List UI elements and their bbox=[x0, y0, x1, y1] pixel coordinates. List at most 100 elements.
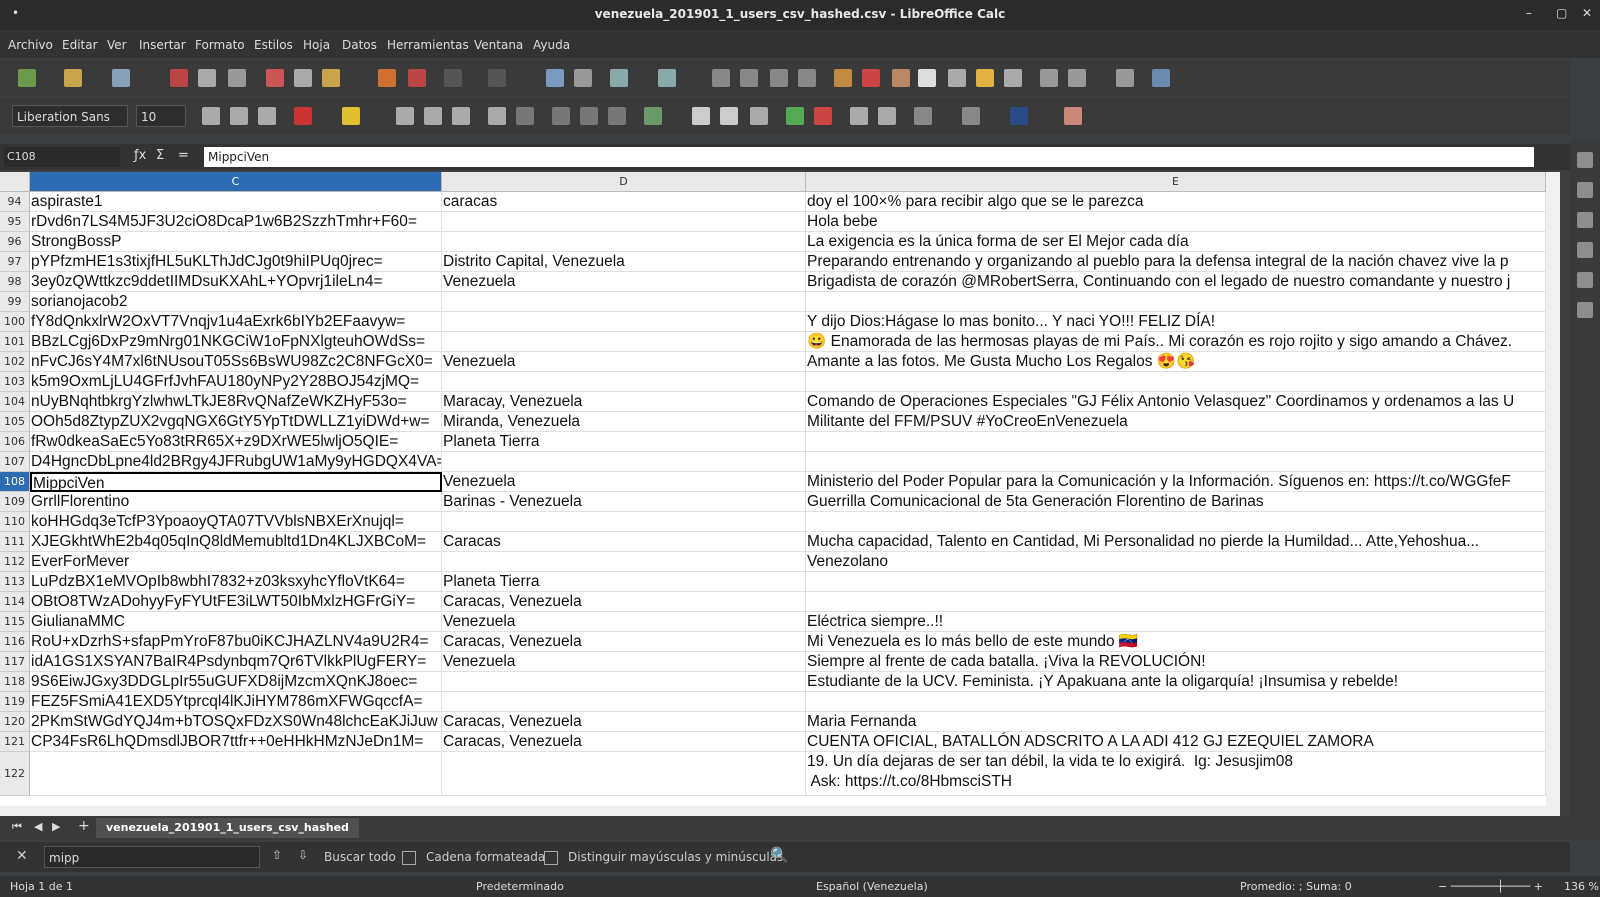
row-header[interactable]: 119 bbox=[0, 692, 30, 712]
cell-e[interactable]: Preparando entrenando y organizando al p… bbox=[806, 252, 1546, 272]
cell-d[interactable]: Caracas, Venezuela bbox=[442, 592, 806, 612]
spreadsheet-grid[interactable]: C D E 94 aspiraste1 caracas doy el 100×% pa… bbox=[0, 172, 1546, 806]
cell-e[interactable]: Mucha capacidad, Talento en Cantidad, Mi… bbox=[806, 532, 1546, 552]
properties-icon[interactable] bbox=[1577, 182, 1593, 198]
date-format-icon[interactable] bbox=[750, 107, 768, 125]
align-center-icon[interactable] bbox=[424, 107, 442, 125]
row-header[interactable]: 109 bbox=[0, 492, 30, 512]
cell-c[interactable]: XJEGkhtWhE2b4q05qInQ8ldMemubltd1Dn4KLJXB… bbox=[30, 532, 442, 552]
cell-c[interactable]: OBtO8TWzADohyyFyFYUtFE3iLWT50IbMxlzHGFrG… bbox=[30, 592, 442, 612]
cell-c[interactable]: nUyBNqhtbkrgYzlwhwLTkJE8RvQNafZeWKZHyF53… bbox=[30, 392, 442, 412]
cell-c[interactable]: aspiraste1 bbox=[30, 192, 442, 212]
cell-e[interactable]: Maria Fernanda bbox=[806, 712, 1546, 732]
sheet-tab[interactable]: venezuela_201901_1_users_csv_hashed bbox=[96, 818, 359, 838]
number-format-icon[interactable] bbox=[720, 107, 738, 125]
cell-e[interactable]: Comando de Operaciones Especiales "GJ Fé… bbox=[806, 392, 1546, 412]
row-header[interactable]: 105 bbox=[0, 412, 30, 432]
cell-e[interactable] bbox=[806, 372, 1546, 392]
sort-ascending-icon[interactable] bbox=[740, 69, 758, 87]
formula-input[interactable]: MippciVen bbox=[204, 147, 1534, 167]
cell-d[interactable]: Venezuela bbox=[442, 272, 806, 292]
cell-d[interactable]: Venezuela bbox=[442, 612, 806, 632]
cell-c[interactable]: 9S6EiwJGxy3DDGLpIr55uGUFXD8ijMzcmXQnKJ8o… bbox=[30, 672, 442, 692]
row-header[interactable]: 96 bbox=[0, 232, 30, 252]
new-document-icon[interactable] bbox=[18, 69, 36, 87]
open-folder-icon[interactable] bbox=[64, 69, 82, 87]
menu-datos[interactable]: Datos bbox=[342, 38, 377, 52]
menu-formato[interactable]: Formato bbox=[195, 38, 245, 52]
menu-ver[interactable]: Ver bbox=[107, 38, 127, 52]
row-header[interactable]: 98 bbox=[0, 272, 30, 292]
cell-d[interactable]: Distrito Capital, Venezuela bbox=[442, 252, 806, 272]
row-header[interactable]: 99 bbox=[0, 292, 30, 312]
conditional-format-icon[interactable] bbox=[1064, 107, 1082, 125]
find-replace-icon[interactable] bbox=[546, 69, 564, 87]
cell-c[interactable]: FEZ5FSmiA41EXD5Ytprcql4lKJiHYM786mXFWGqc… bbox=[30, 692, 442, 712]
cell-c[interactable]: fRw0dkeaSaEc5Yo83tRR65X+z9DXrWE5lwljO5QI… bbox=[30, 432, 442, 452]
export-pdf-icon[interactable] bbox=[170, 69, 188, 87]
undo-icon[interactable] bbox=[444, 69, 462, 87]
row-header[interactable]: 104 bbox=[0, 392, 30, 412]
menu-hoja[interactable]: Hoja bbox=[303, 38, 330, 52]
add-sheet-icon[interactable]: + bbox=[78, 818, 90, 834]
cell-d[interactable] bbox=[442, 752, 806, 796]
row-header[interactable]: 118 bbox=[0, 672, 30, 692]
cell-e[interactable]: Amante a las fotos. Me Gusta Mucho Los R… bbox=[806, 352, 1546, 372]
row-header[interactable]: 100 bbox=[0, 312, 30, 332]
cell-d[interactable]: caracas bbox=[442, 192, 806, 212]
cell-e[interactable]: Y dijo Dios:Hágase lo mas bonito... Y na… bbox=[806, 312, 1546, 332]
menu-insertar[interactable]: Insertar bbox=[139, 38, 186, 52]
menu-herramientas[interactable]: Herramientas bbox=[387, 38, 469, 52]
cell-e[interactable]: Brigadista de corazón @MRobertSerra, Con… bbox=[806, 272, 1546, 292]
column-header-d[interactable]: D bbox=[442, 172, 806, 192]
spelling-icon[interactable] bbox=[574, 69, 592, 87]
increase-indent-icon[interactable] bbox=[850, 107, 868, 125]
align-top-icon[interactable] bbox=[552, 107, 570, 125]
cell-c[interactable]: idA1GS1XSYAN7BaIR4Psdynbqm7Qr6TVlkkPlUgF… bbox=[30, 652, 442, 672]
insert-image-icon[interactable] bbox=[834, 69, 852, 87]
delete-decimal-icon[interactable] bbox=[814, 107, 832, 125]
merge-center-icon[interactable] bbox=[516, 107, 534, 125]
font-color-icon[interactable] bbox=[294, 107, 312, 125]
copy-icon[interactable] bbox=[294, 69, 312, 87]
highlight-color-icon[interactable] bbox=[342, 107, 360, 125]
clear-formatting-icon[interactable] bbox=[408, 69, 426, 87]
menu-archivo[interactable]: Archivo bbox=[8, 38, 53, 52]
insert-chart-icon[interactable] bbox=[862, 69, 880, 87]
cell-c[interactable]: k5m9OxmLjLU4GFrfJvhFAU180yNPy2Y28BOJ54zj… bbox=[30, 372, 442, 392]
freeze-rows-icon[interactable] bbox=[1068, 69, 1086, 87]
cell-d[interactable] bbox=[442, 292, 806, 312]
add-decimal-icon[interactable] bbox=[786, 107, 804, 125]
border-style-icon[interactable] bbox=[962, 107, 980, 125]
horizontal-scrollbar[interactable] bbox=[0, 806, 1560, 816]
row-header[interactable]: 121 bbox=[0, 732, 30, 752]
find-replace-icon[interactable]: 🔍 bbox=[770, 846, 789, 864]
header-footer-icon[interactable] bbox=[1004, 69, 1022, 87]
cell-c[interactable]: GiulianaMMC bbox=[30, 612, 442, 632]
cell-c[interactable]: GrrllFlorentino bbox=[30, 492, 442, 512]
cell-c[interactable]: EverForMever bbox=[30, 552, 442, 572]
menu-ventana[interactable]: Ventana bbox=[474, 38, 523, 52]
sort-descending-icon[interactable] bbox=[770, 69, 788, 87]
match-case-checkbox[interactable] bbox=[544, 851, 558, 865]
row-header[interactable]: 106 bbox=[0, 432, 30, 452]
cell-c[interactable]: sorianojacob2 bbox=[30, 292, 442, 312]
cell-d[interactable] bbox=[442, 452, 806, 472]
menu-estilos[interactable]: Estilos bbox=[254, 38, 293, 52]
find-previous-icon[interactable]: ⇧ bbox=[272, 848, 282, 862]
cell-d[interactable] bbox=[442, 372, 806, 392]
border-color-icon[interactable] bbox=[1010, 107, 1028, 125]
cell-d[interactable] bbox=[442, 692, 806, 712]
cell-e[interactable] bbox=[806, 572, 1546, 592]
cell-e[interactable] bbox=[806, 512, 1546, 532]
menu-editar[interactable]: Editar bbox=[62, 38, 98, 52]
cell-d[interactable] bbox=[442, 552, 806, 572]
row-header[interactable]: 107 bbox=[0, 452, 30, 472]
row-header[interactable]: 115 bbox=[0, 612, 30, 632]
decrease-indent-icon[interactable] bbox=[878, 107, 896, 125]
paste-icon[interactable] bbox=[322, 69, 340, 87]
cell-d[interactable] bbox=[442, 232, 806, 252]
show-draw-functions-icon[interactable] bbox=[1152, 69, 1170, 87]
cell-c[interactable]: CP34FsR6LhQDmsdlJBOR7ttfr++0eHHkHMzNJeDn… bbox=[30, 732, 442, 752]
underline-icon[interactable] bbox=[258, 107, 276, 125]
